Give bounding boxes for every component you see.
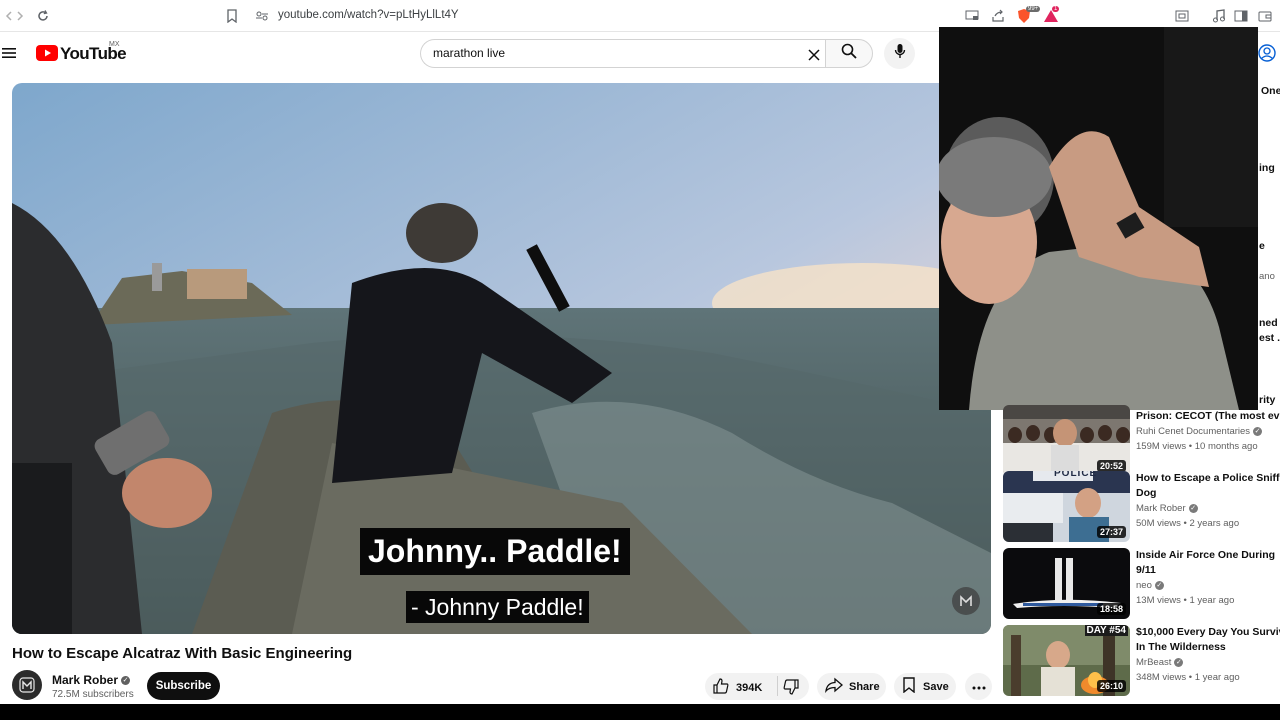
video-duration: 18:58	[1096, 603, 1126, 615]
channel-name[interactable]: neo ✓	[1136, 580, 1164, 591]
hidden-rec-title-fragment: ned	[1259, 317, 1278, 329]
video-title[interactable]: Prison: CECOT (The most evil ...	[1136, 409, 1280, 424]
verified-icon: ✓	[121, 676, 131, 686]
account-icon[interactable]	[1258, 44, 1276, 67]
wallet-icon[interactable]	[1255, 6, 1275, 26]
channel-name-text: Mark Rober	[1136, 503, 1186, 514]
webcam-overlay	[939, 27, 1258, 410]
video-title-line-2[interactable]: In The Wilderness	[1136, 640, 1280, 655]
save-icon	[903, 677, 915, 696]
channel-name[interactable]: Mark Rober ✓	[52, 673, 131, 687]
video-duration: 27:37	[1096, 526, 1126, 538]
recommendation-item[interactable]: 20:52 Prison: CECOT (The most evil ... R…	[1003, 405, 1280, 477]
video-duration: 26:10	[1096, 680, 1126, 692]
like-button[interactable]: 394K	[713, 678, 762, 697]
subscribe-button[interactable]: Subscribe	[147, 672, 220, 700]
video-title-line-2[interactable]: 9/11	[1136, 563, 1280, 578]
caption-line-1: Johnny.. Paddle!	[360, 528, 630, 575]
search-input[interactable]: marathon live	[420, 39, 826, 68]
clear-search-icon[interactable]	[808, 48, 820, 66]
save-label: Save	[923, 680, 949, 693]
search-icon	[841, 43, 857, 64]
region-code: MX	[109, 41, 120, 48]
channel-name-text: Ruhi Cenet Documentaries	[1136, 426, 1251, 437]
dislike-button[interactable]	[783, 679, 799, 698]
search-button[interactable]	[825, 39, 873, 68]
shield-count-badge: 99+	[1026, 6, 1041, 12]
voice-search-button[interactable]	[884, 38, 915, 69]
video-title[interactable]: $10,000 Every Day You Survive	[1136, 625, 1280, 640]
hidden-rec-channel-fragment: ano	[1259, 271, 1275, 282]
channel-name-text: MrBeast	[1136, 657, 1172, 668]
video-meta: 13M views • 1 year ago	[1136, 595, 1235, 606]
video-meta: 348M views • 1 year ago	[1136, 672, 1240, 683]
caption-line-2: - Johnny Paddle!	[406, 591, 589, 623]
video-meta: 50M views • 2 years ago	[1136, 518, 1240, 529]
hidden-rec-title-fragment: est ...	[1259, 332, 1280, 344]
microphone-icon	[894, 43, 906, 64]
video-title: How to Escape Alcatraz With Basic Engine…	[12, 645, 353, 662]
verified-icon: ✓	[1154, 580, 1164, 590]
address-bar[interactable]: youtube.com/watch?v=pLtHyLlLt4Y	[278, 9, 459, 21]
like-count: 394K	[736, 681, 763, 694]
search-query: marathon live	[433, 46, 506, 60]
video-meta: 159M views • 10 months ago	[1136, 441, 1258, 452]
divider	[777, 676, 778, 696]
share-button[interactable]: Share	[817, 673, 886, 700]
recommendation-item[interactable]: DAY #54 26:10 $10,000 Every Day You Surv…	[1003, 625, 1280, 697]
screenshot-icon[interactable]	[1172, 6, 1192, 26]
hidden-rec-title-fragment: ing	[1259, 162, 1275, 174]
recommendation-item[interactable]: POLICE 27:37 How to Escape a Police Snif…	[1003, 471, 1280, 543]
site-settings-icon[interactable]	[252, 6, 272, 26]
reload-icon[interactable]	[33, 6, 53, 26]
menu-icon[interactable]	[2, 46, 16, 64]
media-icon[interactable]	[1209, 6, 1229, 26]
channel-name[interactable]: Ruhi Cenet Documentaries ✓	[1136, 426, 1263, 437]
channel-avatar[interactable]	[12, 670, 42, 700]
more-horizontal-icon	[972, 681, 986, 693]
channel-name[interactable]: Mark Rober ✓	[1136, 503, 1198, 514]
thumbnail-label: DAY #54	[1084, 625, 1128, 636]
video-player[interactable]: Johnny.. Paddle! - Johnny Paddle!	[12, 83, 991, 634]
save-button[interactable]: Save	[894, 673, 956, 700]
share-icon	[825, 677, 843, 696]
bookmark-icon[interactable]	[222, 6, 242, 26]
share-page-icon[interactable]	[988, 6, 1008, 26]
video-title-line-2[interactable]: Dog	[1136, 486, 1280, 501]
verified-icon: ✓	[1253, 426, 1263, 436]
webcam-feed	[939, 27, 1258, 410]
channel-name-text: Mark Rober	[52, 673, 119, 687]
video-title[interactable]: Inside Air Force One During	[1136, 548, 1280, 563]
more-actions-button[interactable]	[965, 673, 992, 700]
subscriber-count: 72.5M subscribers	[52, 689, 134, 700]
channel-name-text: neo	[1136, 580, 1152, 591]
taskbar-strip	[0, 704, 1280, 720]
thumbnail-label: POLICE	[1054, 471, 1098, 479]
hidden-rec-title-fragment: One	[1261, 85, 1280, 97]
channel-watermark-icon[interactable]	[952, 587, 980, 615]
hidden-rec-title-fragment: e	[1259, 240, 1265, 252]
thumbs-down-icon	[783, 679, 799, 695]
channel-name[interactable]: MrBeast ✓	[1136, 657, 1184, 668]
recommendation-item[interactable]: 18:58 Inside Air Force One During 9/11 n…	[1003, 548, 1280, 620]
video-title[interactable]: How to Escape a Police Sniffing	[1136, 471, 1280, 486]
youtube-logo-icon[interactable]	[36, 45, 58, 66]
sidebar-icon[interactable]	[1231, 6, 1251, 26]
share-label: Share	[849, 680, 880, 693]
video-thumbnail[interactable]: 20:52	[1003, 405, 1130, 476]
cast-icon[interactable]	[962, 6, 982, 26]
thumbs-up-icon	[713, 678, 729, 697]
verified-icon: ✓	[1174, 657, 1184, 667]
verified-icon: ✓	[1188, 503, 1198, 513]
video-thumbnail[interactable]: POLICE 27:37	[1003, 471, 1130, 542]
video-thumbnail[interactable]: 18:58	[1003, 548, 1130, 619]
forward-icon[interactable]	[10, 6, 30, 26]
video-thumbnail[interactable]: DAY #54 26:10	[1003, 625, 1130, 696]
like-dislike-group: 394K	[705, 673, 809, 700]
